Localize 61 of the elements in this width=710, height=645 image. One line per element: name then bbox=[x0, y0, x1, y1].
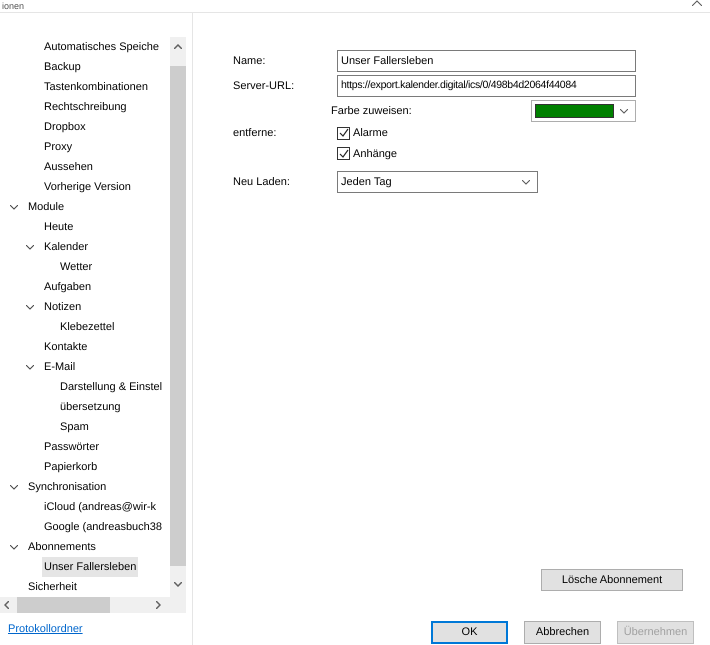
color-label: Farbe zuweisen: bbox=[331, 104, 412, 119]
tree-item[interactable]: Google (andreasbuch38 bbox=[42, 517, 164, 537]
tree-item[interactable]: Synchronisation bbox=[26, 477, 108, 497]
tree-item[interactable]: Papierkorb bbox=[42, 457, 100, 477]
chevron-down-icon[interactable] bbox=[10, 544, 18, 550]
chevron-down-icon bbox=[522, 180, 530, 184]
chevron-down-icon[interactable] bbox=[26, 304, 34, 310]
tree-item[interactable]: Passwörter bbox=[42, 437, 102, 457]
scroll-left-icon[interactable] bbox=[4, 601, 9, 609]
scroll-up-icon[interactable] bbox=[174, 44, 182, 49]
chevron-down-icon[interactable] bbox=[26, 244, 34, 250]
tree-item[interactable]: Rechtschreibung bbox=[42, 97, 129, 117]
server-url-label: Server-URL: bbox=[233, 78, 296, 94]
tree-item[interactable]: Backup bbox=[42, 57, 83, 77]
tree-item[interactable]: E-Mail bbox=[42, 357, 78, 377]
tree-item[interactable]: Vorherige Version bbox=[42, 177, 133, 197]
tree-item[interactable]: Aussehen bbox=[42, 157, 95, 177]
remove-label: entferne: bbox=[233, 126, 278, 141]
reload-label: Neu Laden: bbox=[233, 174, 291, 190]
checkbox[interactable] bbox=[337, 126, 350, 140]
chevron-down-icon bbox=[620, 108, 628, 114]
tree-item[interactable]: Heute bbox=[42, 217, 76, 237]
tree-item[interactable]: Darstellung & Einstel bbox=[58, 377, 164, 397]
name-field[interactable]: Unser Fallersleben bbox=[337, 50, 636, 72]
tree-item[interactable]: Kontakte bbox=[42, 337, 90, 357]
dialog-button[interactable]: OK bbox=[431, 621, 508, 644]
reload-dropdown[interactable]: Jeden Tag bbox=[337, 171, 538, 193]
dialog-button[interactable]: Abbrechen bbox=[524, 621, 601, 644]
tree-item[interactable]: Abonnements bbox=[26, 537, 98, 557]
checkbox-label: Anhänge bbox=[353, 146, 398, 162]
vertical-scrollbar[interactable] bbox=[170, 37, 186, 597]
tree-item[interactable]: Module bbox=[26, 197, 66, 217]
window-title: ionen bbox=[2, 0, 24, 12]
tree-item[interactable]: Automatisches Speiche bbox=[42, 37, 161, 57]
tree-item[interactable]: iCloud (andreas@wir-k bbox=[42, 497, 158, 517]
tree-item[interactable]: Dropbox bbox=[42, 117, 88, 137]
tree-item[interactable]: Notizen bbox=[42, 297, 84, 317]
chevron-down-icon[interactable] bbox=[26, 364, 34, 370]
tree-item[interactable]: Klebezettel bbox=[58, 317, 116, 337]
tree-item[interactable]: Proxy bbox=[42, 137, 74, 157]
checkbox[interactable] bbox=[337, 147, 350, 160]
tree-item[interactable]: Spam bbox=[58, 417, 91, 437]
chevron-down-icon[interactable] bbox=[10, 204, 18, 210]
name-label: Name: bbox=[233, 54, 266, 69]
horizontal-scrollbar[interactable] bbox=[0, 597, 186, 613]
tree-item[interactable]: übersetzung bbox=[58, 397, 123, 417]
close-icon[interactable] bbox=[692, 0, 702, 6]
scroll-down-icon[interactable] bbox=[174, 582, 182, 587]
log-folder-link[interactable]: Protokollordner bbox=[8, 623, 83, 635]
server-url-field[interactable]: https://export.kalender.digital/ics/0/498b4d2064f44084 bbox=[337, 75, 636, 97]
tree-item[interactable]: Unser Fallersleben bbox=[42, 557, 138, 577]
tree-item[interactable]: Sicherheit bbox=[26, 577, 79, 597]
scroll-right-icon[interactable] bbox=[156, 601, 161, 609]
delete-subscription-button[interactable]: Lösche Abonnement bbox=[541, 569, 683, 591]
tree-item[interactable]: Kalender bbox=[42, 237, 90, 257]
tree-item[interactable]: Tastenkombinationen bbox=[42, 77, 150, 97]
tree-item[interactable]: Aufgaben bbox=[42, 277, 94, 297]
tree-item[interactable]: Wetter bbox=[58, 257, 94, 277]
chevron-down-icon[interactable] bbox=[10, 484, 18, 490]
color-dropdown[interactable] bbox=[531, 100, 636, 122]
checkbox-label: Alarme bbox=[353, 126, 388, 141]
